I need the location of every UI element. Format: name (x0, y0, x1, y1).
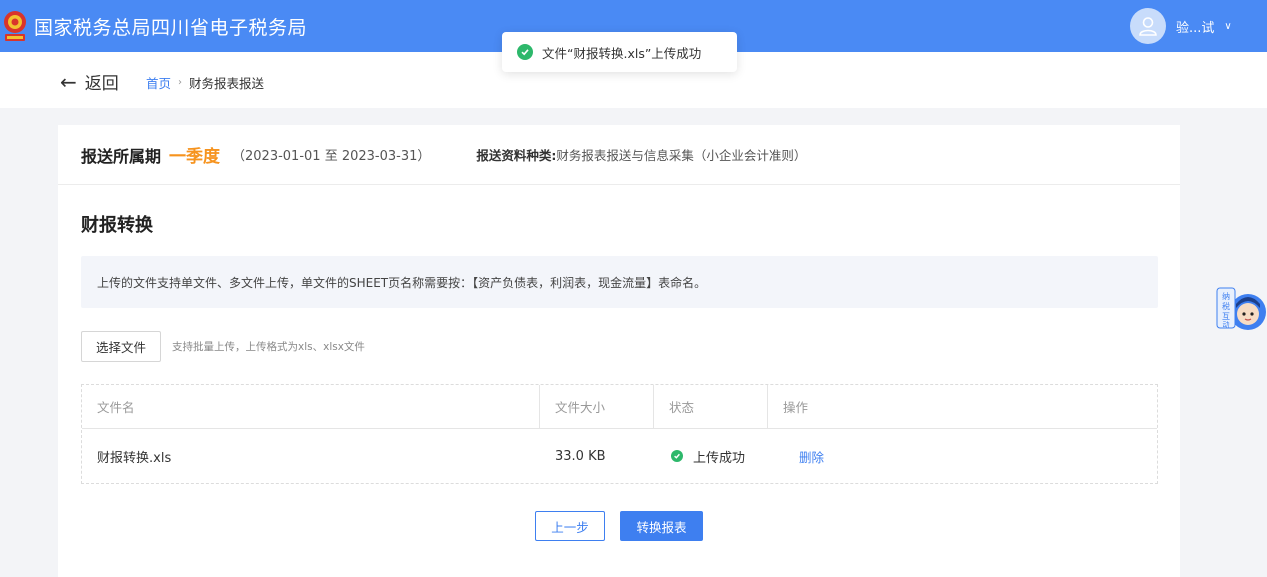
username: 验...试 (1176, 20, 1215, 36)
svg-text:动: 动 (1223, 320, 1230, 329)
chevron-down-icon: ∨ (1224, 20, 1232, 32)
period-range: （2023-01-01 至 2023-03-31） (232, 149, 431, 164)
breadcrumb-separator: › (178, 77, 183, 88)
user-avatar-icon (1130, 8, 1166, 44)
material-type-value: 财务报表报送与信息采集（小企业会计准则） (556, 148, 807, 163)
file-name-cell: 财报转换.xls (97, 450, 172, 466)
table-row: 财报转换.xls 33.0 KB 上传成功 删除 (82, 429, 1157, 483)
section-title: 财报转换 (81, 215, 153, 236)
file-status-text: 上传成功 (693, 450, 746, 466)
main-card: 报送所属期 一季度 （2023-01-01 至 2023-03-31） 报送资料… (58, 125, 1180, 577)
previous-step-button[interactable]: 上一步 (535, 511, 605, 541)
svg-text:互: 互 (1222, 312, 1230, 321)
user-menu[interactable]: 验...试 ∨ (1130, 8, 1232, 44)
material-type-label: 报送资料种类: (476, 148, 557, 163)
file-size-cell: 33.0 KB (555, 448, 606, 464)
column-header-status: 状态 (654, 385, 768, 428)
site-title: 国家税务总局四川省电子税务局 (34, 17, 308, 39)
upload-notice: 上传的文件支持单文件、多文件上传，单文件的SHEET页名称需要按：【资产负债表，… (81, 256, 1158, 308)
file-chooser-row: 选择文件 支持批量上传，上传格式为xls、xlsx文件 (81, 331, 365, 362)
toast-message: 文件“财报转换.xls”上传成功 (542, 45, 702, 61)
back-button[interactable]: ← 返回 (60, 69, 119, 95)
period-info-bar: 报送所属期 一季度 （2023-01-01 至 2023-03-31） 报送资料… (58, 125, 1180, 185)
file-table: 文件名 文件大小 状态 操作 财报转换.xls 33.0 KB 上传成功 删除 (81, 384, 1158, 484)
breadcrumb-current: 财务报表报送 (189, 76, 265, 91)
mascot-assistant-icon[interactable]: 纳 税 互 动 (1214, 282, 1267, 338)
svg-text:税: 税 (1222, 301, 1230, 311)
back-label: 返回 (84, 74, 119, 94)
upload-success-toast: 文件“财报转换.xls”上传成功 (502, 32, 737, 72)
column-header-size: 文件大小 (540, 385, 654, 428)
choose-file-button[interactable]: 选择文件 (81, 331, 162, 362)
upload-hint: 支持批量上传，上传格式为xls、xlsx文件 (172, 341, 365, 353)
breadcrumb: 首页 › 财务报表报送 (146, 73, 264, 92)
arrow-left-icon: ← (60, 69, 77, 94)
check-circle-icon (517, 44, 533, 60)
column-header-action: 操作 (783, 400, 809, 415)
breadcrumb-home-link[interactable]: 首页 (146, 73, 171, 92)
column-header-filename: 文件名 (82, 385, 540, 428)
table-header: 文件名 文件大小 状态 操作 (82, 385, 1157, 429)
file-action-cell: 删除 (768, 429, 1157, 483)
file-status-cell: 上传成功 (654, 429, 768, 483)
delete-file-link[interactable]: 删除 (799, 447, 824, 466)
period-label: 报送所属期 (81, 146, 162, 166)
svg-text:纳: 纳 (1222, 291, 1230, 301)
check-circle-icon (671, 450, 683, 462)
convert-report-button[interactable]: 转换报表 (620, 511, 703, 541)
period-value: 一季度 (169, 147, 221, 167)
tax-emblem-logo (4, 11, 26, 41)
